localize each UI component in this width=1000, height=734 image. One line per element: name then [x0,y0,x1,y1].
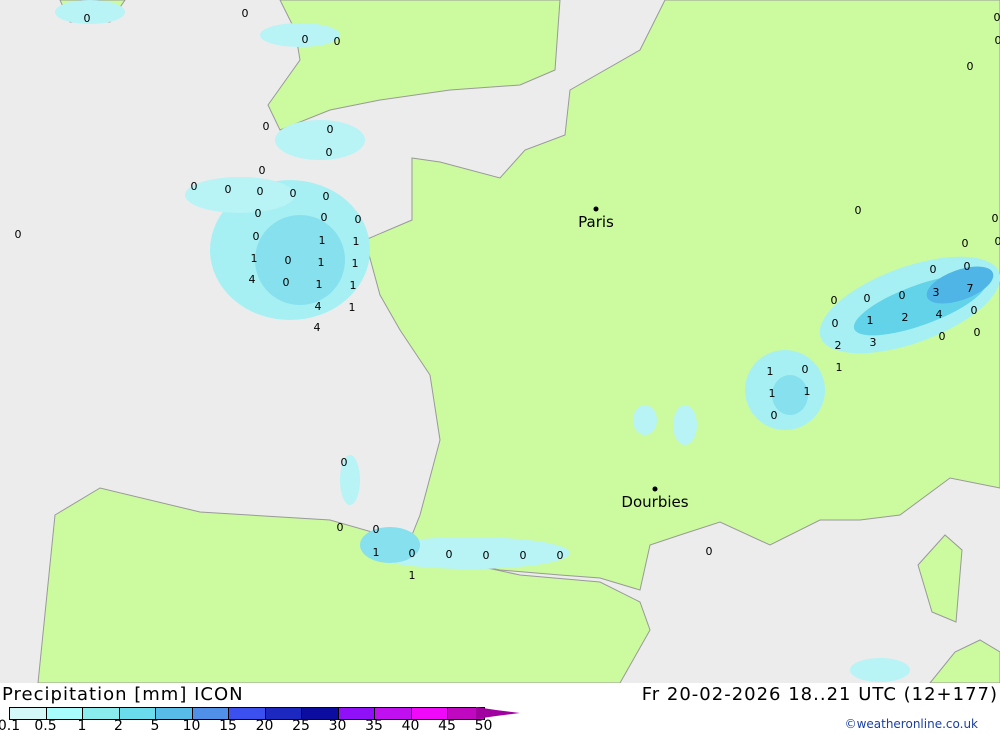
precip-value-label: 1 [373,546,380,559]
legend-tick-label: 5 [151,718,160,734]
precip-value-label: 3 [870,336,877,349]
precip-value-label: 0 [255,207,262,220]
precip-value-label: 0 [290,187,297,200]
precip-value-label: 0 [971,304,978,317]
precip-value-label: 0 [327,123,334,136]
precip-value-label: 1 [767,365,774,378]
legend-tick-label: 0.1 [0,718,20,734]
precip-value-label: 0 [962,237,969,250]
precip-value-label: 0 [263,120,270,133]
legend-tick-label: 10 [183,718,201,734]
precip-value-label: 4 [249,273,256,286]
legend-tick-label: 1 [78,718,87,734]
precip-value-label: 0 [995,235,1000,248]
precip-value-label: 0 [967,60,974,73]
precip-value-label: 0 [257,185,264,198]
precip-value-label: 0 [994,11,1000,24]
precip-value-label: 0 [995,34,1000,47]
city-dot [594,207,599,212]
precip-value-label: 0 [483,549,490,562]
precip-value-label: 0 [302,33,309,46]
legend-tick-label: 25 [292,718,310,734]
precip-value-label: 1 [319,234,326,247]
precip-value-label: 2 [835,339,842,352]
precip-value-label: 0 [323,190,330,203]
precip-value-label: 0 [225,183,232,196]
precip-value-label: 0 [802,363,809,376]
precip-value-label: 1 [804,385,811,398]
precip-value-label: 1 [349,301,356,314]
precip-value-label: 0 [285,254,292,267]
precip-value-label: 0 [557,549,564,562]
precip-value-label: 0 [409,547,416,560]
precip-value-label: 1 [350,279,357,292]
precip-value-label: 1 [251,252,258,265]
precip-value-label: 0 [899,289,906,302]
precip-value-label: 0 [253,230,260,243]
city-label: Dourbies [621,493,688,511]
precip-value-label: 1 [836,361,843,374]
precip-value-label: 0 [974,326,981,339]
legend-ticks: 0.10.5125101520253035404550 [0,718,530,733]
map-title: Precipitation [mm] ICON [2,684,244,705]
precip-value-label: 0 [771,409,778,422]
precip-value-label: 0 [706,545,713,558]
precip-value-label: 1 [353,235,360,248]
precip-value-label: 2 [902,311,909,324]
precip-value-label: 7 [967,282,974,295]
precip-value-label: 0 [520,549,527,562]
city-dot [653,487,658,492]
precip-value-label: 0 [15,228,22,241]
precip-value-label: 0 [446,548,453,561]
precip-value-label: 0 [855,204,862,217]
precip-value-label: 4 [936,308,943,321]
precip-value-label: 0 [259,164,266,177]
precip-value-label: 0 [930,263,937,276]
precip-value-label: 0 [337,521,344,534]
legend-tick-label: 20 [256,718,274,734]
legend-tick-label: 45 [438,718,456,734]
precip-value-label: 0 [992,212,999,225]
legend-tick-label: 15 [219,718,237,734]
precip-value-label: 1 [352,257,359,270]
legend-tick-label: 0.5 [34,718,56,734]
precip-value-label: 0 [831,294,838,307]
precip-value-label: 0 [283,276,290,289]
precip-value-label: 0 [341,456,348,469]
precip-value-label: 1 [316,278,323,291]
city-label: Paris [578,213,614,231]
precip-value-label: 4 [314,321,321,334]
precip-value-label: 0 [191,180,198,193]
precip-value-label: 0 [832,317,839,330]
legend-tick-label: 40 [402,718,420,734]
precip-value-label: 3 [933,286,940,299]
precip-value-label: 1 [867,314,874,327]
precip-value-label: 0 [939,330,946,343]
precip-value-label: 1 [769,387,776,400]
precip-value-label: 0 [355,213,362,226]
precip-value-label: 0 [242,7,249,20]
precip-value-label: 1 [318,256,325,269]
precip-value-label: 0 [373,523,380,536]
precip-value-label: 0 [84,12,91,25]
legend-tick-label: 30 [329,718,347,734]
legend-tick-label: 2 [114,718,123,734]
precip-value-label: 0 [326,146,333,159]
copyright-link[interactable]: ©weatheronline.co.uk [845,717,978,731]
legend-tick-label: 50 [475,718,493,734]
forecast-datetime: Fr 20-02-2026 18..21 UTC (12+177) [642,684,998,705]
precip-value-label: 0 [321,211,328,224]
legend-tick-label: 35 [365,718,383,734]
precip-value-label: 1 [409,569,416,582]
precip-value-label: 4 [315,300,322,313]
precip-value-label: 0 [964,260,971,273]
precip-value-label: 0 [864,292,871,305]
precip-value-label: 0 [334,35,341,48]
precipitation-map: 0 0 0 0 0 0 0 0 0 0 0 0 0 0 0 0 0 0 0 0 0 0 0 1 1 0 0 1 0 1 1 0 0 4 0 1 1 0 0 0… [0,0,1000,683]
